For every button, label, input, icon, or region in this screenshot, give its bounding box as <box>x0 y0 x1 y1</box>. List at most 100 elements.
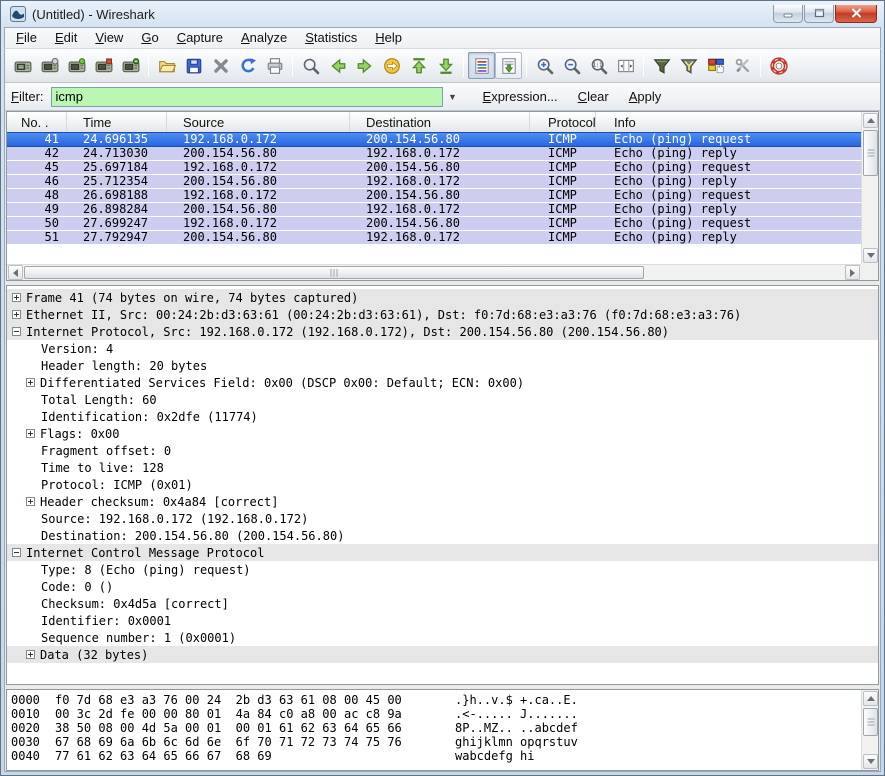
packet-row-41[interactable]: 4124.696135192.168.0.172200.154.56.80ICM… <box>7 132 861 147</box>
capture-filter-button[interactable] <box>648 52 675 79</box>
hex-row[interactable]: 001000 3c 2d fe 00 00 80 01 4a 84 c0 a8 … <box>11 707 861 721</box>
colorize-button[interactable] <box>468 52 495 79</box>
filter-expression-button[interactable]: Expression... <box>475 85 566 108</box>
menu-view[interactable]: View <box>86 28 132 48</box>
hex-bytes[interactable]: 38 50 08 00 4d 5a 00 01 00 01 61 62 63 6… <box>55 721 455 735</box>
collapse-icon[interactable] <box>12 327 21 336</box>
zoom-in-button[interactable] <box>531 52 558 79</box>
go-to-bottom-button[interactable] <box>432 52 459 79</box>
detail-line[interactable]: Internet Protocol, Src: 192.168.0.172 (1… <box>7 323 878 340</box>
menu-help[interactable]: Help <box>366 28 411 48</box>
detail-line[interactable]: Destination: 200.154.56.80 (200.154.56.8… <box>7 527 878 544</box>
menu-capture[interactable]: Capture <box>168 28 232 48</box>
packet-row-49[interactable]: 4926.898284200.154.56.80192.168.0.172ICM… <box>7 203 861 217</box>
collapse-icon[interactable] <box>12 548 21 557</box>
packet-list-horizontal-scrollbar[interactable] <box>7 264 861 280</box>
detail-line[interactable]: Time to live: 128 <box>7 459 878 476</box>
column-header-protocol[interactable]: Protocol <box>530 112 596 132</box>
minimize-button[interactable] <box>773 5 803 23</box>
menu-go[interactable]: Go <box>132 28 167 48</box>
detail-line[interactable]: Header length: 20 bytes <box>7 357 878 374</box>
hex-ascii[interactable]: 8P..MZ.. ..abcdef <box>455 721 578 735</box>
column-header-destination[interactable]: Destination <box>350 112 530 132</box>
save-file-button[interactable] <box>180 52 207 79</box>
detail-line[interactable]: Identification: 0x2dfe (11774) <box>7 408 878 425</box>
capture-start-button[interactable] <box>63 52 90 79</box>
filter-input[interactable] <box>51 87 443 107</box>
reload-button[interactable] <box>234 52 261 79</box>
expand-icon[interactable] <box>12 310 21 319</box>
detail-line[interactable]: Fragment offset: 0 <box>7 442 878 459</box>
hex-ascii[interactable]: ghijklmn opqrstuv <box>455 735 578 749</box>
preferences-button[interactable] <box>729 52 756 79</box>
open-file-button[interactable] <box>153 52 180 79</box>
detail-line[interactable]: Header checksum: 0x4a84 [correct] <box>7 493 878 510</box>
interface-list-button[interactable] <box>9 52 36 79</box>
hex-bytes[interactable]: 00 3c 2d fe 00 00 80 01 4a 84 c0 a8 00 a… <box>55 707 455 721</box>
vertical-scroll-thumb[interactable] <box>863 130 878 176</box>
detail-line[interactable]: Data (32 bytes) <box>7 646 878 663</box>
detail-line[interactable]: Type: 8 (Echo (ping) request) <box>7 561 878 578</box>
filter-clear-button[interactable]: Clear <box>570 85 617 108</box>
expand-icon[interactable] <box>12 293 21 302</box>
go-forward-button[interactable] <box>351 52 378 79</box>
close-button[interactable] <box>835 5 877 23</box>
column-header-source[interactable]: Source <box>167 112 350 132</box>
hex-vertical-scroll-thumb[interactable] <box>863 708 878 736</box>
detail-line[interactable]: Code: 0 () <box>7 578 878 595</box>
display-filter-button[interactable] <box>675 52 702 79</box>
auto-scroll-button[interactable] <box>495 52 522 79</box>
expand-icon[interactable] <box>26 497 35 506</box>
go-back-button[interactable] <box>324 52 351 79</box>
hex-bytes[interactable]: 67 68 69 6a 6b 6c 6d 6e 6f 70 71 72 73 7… <box>55 735 455 749</box>
expand-icon[interactable] <box>26 429 35 438</box>
hex-row[interactable]: 0000f0 7d 68 e3 a3 76 00 24 2b d3 63 61 … <box>11 693 861 707</box>
hex-row[interactable]: 004077 61 62 63 64 65 66 67 68 69wabcdef… <box>11 749 861 763</box>
hex-vertical-scrollbar[interactable] <box>861 690 878 770</box>
hex-bytes[interactable]: 77 61 62 63 64 65 66 67 68 69 <box>55 749 455 763</box>
packet-row-48[interactable]: 4826.698188192.168.0.172200.154.56.80ICM… <box>7 189 861 203</box>
zoom-100-button[interactable]: 1:1 <box>585 52 612 79</box>
zoom-out-button[interactable] <box>558 52 585 79</box>
packet-row-45[interactable]: 4525.697184192.168.0.172200.154.56.80ICM… <box>7 161 861 175</box>
maximize-button[interactable] <box>804 5 834 23</box>
detail-line[interactable]: Differentiated Services Field: 0x00 (DSC… <box>7 374 878 391</box>
menu-file[interactable]: File <box>7 28 46 48</box>
horizontal-scroll-thumb[interactable] <box>24 266 644 279</box>
capture-stop-button[interactable] <box>90 52 117 79</box>
detail-line[interactable]: Flags: 0x00 <box>7 425 878 442</box>
scroll-up-button[interactable] <box>863 113 878 128</box>
packet-list-vertical-scrollbar[interactable] <box>861 112 878 264</box>
column-header-info[interactable]: Info <box>596 112 861 132</box>
detail-line[interactable]: Frame 41 (74 bytes on wire, 74 bytes cap… <box>7 289 878 306</box>
help-button[interactable] <box>765 52 792 79</box>
scroll-left-button[interactable] <box>8 265 23 280</box>
detail-line[interactable]: Total Length: 60 <box>7 391 878 408</box>
scroll-right-button[interactable] <box>845 265 860 280</box>
detail-line[interactable]: Identifier: 0x0001 <box>7 612 878 629</box>
filter-apply-button[interactable]: Apply <box>621 85 670 108</box>
go-to-top-button[interactable] <box>405 52 432 79</box>
packet-row-42[interactable]: 4224.713030200.154.56.80192.168.0.172ICM… <box>7 147 861 161</box>
hex-ascii[interactable]: .<-..... J....... <box>455 707 578 721</box>
hex-scroll-up-button[interactable] <box>863 691 878 706</box>
detail-line[interactable]: Checksum: 0x4d5a [correct] <box>7 595 878 612</box>
close-file-button[interactable] <box>207 52 234 79</box>
hex-scroll-down-button[interactable] <box>863 754 878 769</box>
capture-options-button[interactable] <box>36 52 63 79</box>
filter-dropdown-button[interactable]: ▼ <box>445 87 461 107</box>
expand-icon[interactable] <box>26 378 35 387</box>
column-header-time[interactable]: Time <box>67 112 167 132</box>
detail-line[interactable]: Source: 192.168.0.172 (192.168.0.172) <box>7 510 878 527</box>
find-packet-button[interactable] <box>297 52 324 79</box>
menu-statistics[interactable]: Statistics <box>296 28 366 48</box>
detail-line[interactable]: Version: 4 <box>7 340 878 357</box>
menu-analyze[interactable]: Analyze <box>232 28 296 48</box>
detail-line[interactable]: Sequence number: 1 (0x0001) <box>7 629 878 646</box>
titlebar[interactable]: (Untitled) - Wireshark <box>4 1 881 27</box>
go-to-packet-button[interactable] <box>378 52 405 79</box>
expand-icon[interactable] <box>26 650 35 659</box>
hex-ascii[interactable]: wabcdefg hi <box>455 749 534 763</box>
hex-bytes[interactable]: f0 7d 68 e3 a3 76 00 24 2b d3 63 61 08 0… <box>55 693 455 707</box>
detail-line[interactable]: Ethernet II, Src: 00:24:2b:d3:63:61 (00:… <box>7 306 878 323</box>
